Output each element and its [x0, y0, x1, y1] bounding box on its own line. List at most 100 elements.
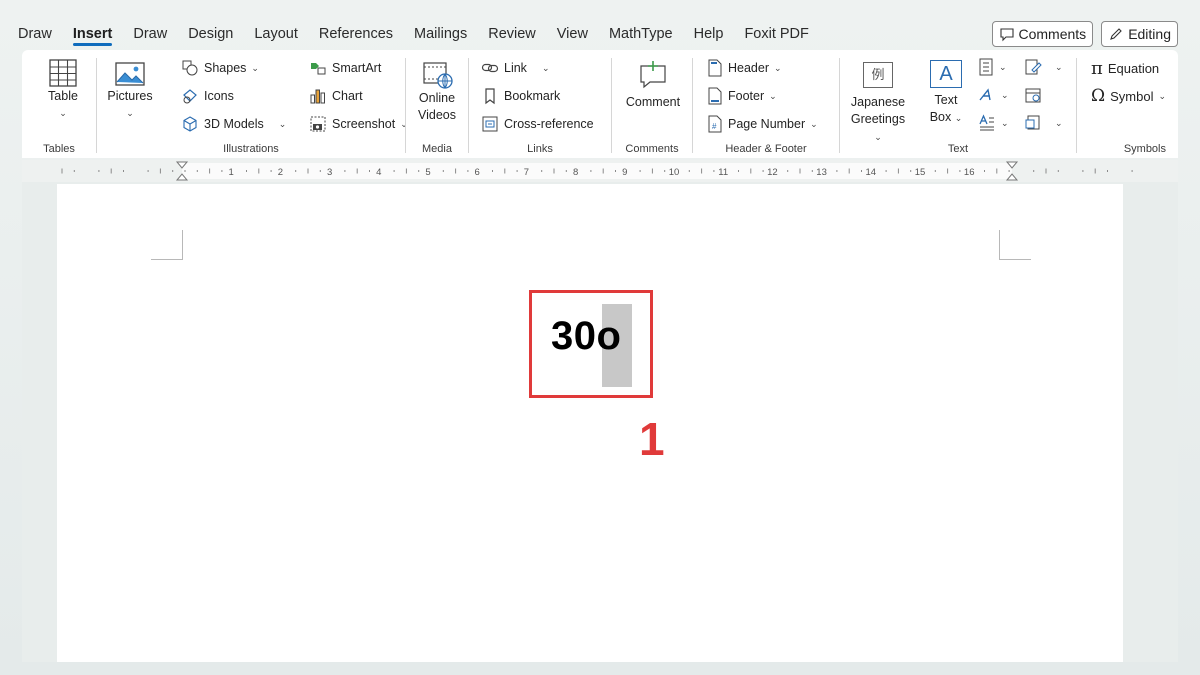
comments-label: Comments — [1018, 26, 1087, 42]
page-number-label: Page Number — [728, 117, 806, 131]
3d-models-label: 3D Models — [204, 117, 264, 131]
ruler-number: 4 — [376, 167, 381, 178]
group-media: Online Videos Media — [406, 50, 468, 158]
header-button[interactable]: Header ⌄ — [707, 57, 782, 79]
svg-text:#: # — [712, 122, 717, 131]
shapes-button[interactable]: Shapes ⌄ — [181, 57, 259, 79]
ruler-number: 10 — [669, 167, 680, 178]
tab-foxit-pdf[interactable]: Foxit PDF — [744, 18, 808, 50]
group-label-text: Text — [947, 143, 969, 155]
ruler-number: 3 — [327, 167, 332, 178]
ruler-number: 7 — [524, 167, 529, 178]
pictures-button[interactable]: Pictures ⌄ — [105, 60, 155, 122]
editing-button[interactable]: Editing — [1101, 21, 1178, 47]
ruler-number: 15 — [915, 167, 926, 178]
tab-draw-partial[interactable]: Draw — [18, 18, 52, 50]
group-label-comments: Comments — [625, 143, 679, 155]
chevron-down-icon: ⌄ — [810, 118, 818, 129]
insert-ribbon: Table ⌄ Tables Pictures ⌄ Shapes ⌄ Icons… — [22, 50, 1178, 158]
icons-button[interactable]: Icons — [181, 85, 234, 107]
tab-mailings[interactable]: Mailings — [414, 18, 467, 50]
screenshot-label: Screenshot — [332, 117, 396, 131]
group-comments: Comment Comments — [612, 50, 692, 158]
footer-button[interactable]: Footer ⌄ — [707, 85, 777, 107]
chevron-down-icon: ⌄ — [1001, 117, 1009, 128]
drop-cap-button[interactable]: ⌄ — [978, 112, 1009, 134]
date-time-button[interactable] — [1024, 84, 1042, 106]
document-page[interactable]: 30o 1 — [57, 184, 1123, 662]
chevron-down-icon: ⌄ — [251, 62, 259, 73]
cross-reference-button[interactable]: Cross-reference — [481, 113, 594, 135]
text-box-label-2: Box ⌄ — [930, 109, 963, 127]
japanese-greetings-label-2: Greetings ⌄ — [846, 111, 910, 146]
ruler-number: 5 — [425, 167, 430, 178]
group-label-symbols: Symbols — [1123, 143, 1166, 155]
page-number-button[interactable]: # Page Number ⌄ — [707, 113, 818, 135]
smartart-icon — [309, 59, 327, 77]
comment-button[interactable]: Comment — [620, 58, 686, 111]
link-label: Link — [504, 61, 527, 75]
table-label: Table — [48, 89, 78, 103]
chevron-down-icon: ⌄ — [1055, 61, 1063, 72]
tab-view[interactable]: View — [557, 18, 588, 50]
3d-models-button[interactable]: 3D Models ⌄ — [181, 113, 286, 135]
chevron-down-icon: ⌄ — [59, 108, 67, 118]
right-indent-marker[interactable] — [1005, 161, 1019, 181]
japanese-greetings-label-1: Japanese — [850, 95, 906, 109]
link-button[interactable]: Link ⌄ — [481, 57, 549, 79]
chart-button[interactable]: Chart — [309, 85, 363, 107]
word-window: Draw Insert Draw Design Layout Reference… — [0, 0, 1200, 675]
step-number-label: 1 — [639, 413, 665, 465]
shapes-label: Shapes — [204, 61, 247, 75]
footer-icon — [707, 87, 723, 105]
page-number-icon: # — [707, 115, 723, 133]
equation-button[interactable]: π Equation — [1091, 57, 1159, 79]
object-button[interactable]: ⌄ — [1024, 112, 1063, 134]
group-tables: Table ⌄ Tables — [22, 50, 96, 158]
online-videos-button[interactable]: Online Videos — [410, 60, 464, 124]
comments-button[interactable]: Comments — [991, 21, 1094, 47]
group-symbols: π Equation Ω Symbol ⌄ Symbols — [1077, 50, 1178, 158]
smartart-label: SmartArt — [332, 61, 382, 75]
wordart-button[interactable]: ⌄ — [978, 84, 1009, 106]
table-button[interactable]: Table ⌄ — [40, 58, 86, 122]
link-icon — [481, 59, 499, 77]
signature-line-button[interactable]: ⌄ — [1024, 56, 1063, 78]
ruler-number: 11 — [718, 167, 728, 178]
group-label-media: Media — [422, 143, 452, 155]
quick-parts-button[interactable]: ⌄ — [978, 56, 1007, 78]
screenshot-button[interactable]: Screenshot ⌄ — [309, 113, 408, 135]
text-box-glyph-icon: A — [930, 60, 962, 88]
text-box-label-1: Text — [934, 93, 958, 107]
tab-review[interactable]: Review — [488, 18, 536, 50]
ruler-number: 14 — [866, 167, 877, 178]
smartart-button[interactable]: SmartArt — [309, 57, 381, 79]
chevron-down-icon: ⌄ — [1158, 90, 1167, 101]
tab-design[interactable]: Design — [188, 18, 233, 50]
online-video-icon — [421, 60, 453, 90]
tab-references[interactable]: References — [319, 18, 393, 50]
calendar-clock-icon — [1024, 86, 1042, 104]
signature-line-icon — [1024, 58, 1042, 76]
horizontal-ruler[interactable]: 1 2 3 4 5 6 7 8 9 10 11 12 13 14 15 16 — [22, 160, 1178, 182]
tab-layout[interactable]: Layout — [254, 18, 298, 50]
annotation-box — [529, 290, 653, 398]
group-label-tables: Tables — [43, 143, 75, 155]
tab-mathtype[interactable]: MathType — [609, 18, 673, 50]
ruler-number: 2 — [278, 167, 283, 178]
pi-icon: π — [1091, 57, 1103, 79]
group-label-header-footer: Header & Footer — [725, 143, 807, 155]
tab-draw[interactable]: Draw — [133, 18, 167, 50]
header-icon — [707, 59, 723, 77]
top-right-actions: Comments Editing — [991, 21, 1178, 47]
cross-reference-icon — [481, 115, 499, 133]
symbol-button[interactable]: Ω Symbol ⌄ — [1091, 85, 1166, 107]
wordart-icon — [978, 86, 996, 104]
tab-insert[interactable]: Insert — [72, 18, 112, 50]
tab-help[interactable]: Help — [694, 18, 724, 50]
japanese-greetings-button[interactable]: 例 Japanese Greetings ⌄ — [846, 62, 910, 146]
text-box-button[interactable]: A Text Box ⌄ — [924, 60, 968, 127]
bookmark-button[interactable]: Bookmark — [481, 85, 560, 107]
new-comment-icon — [636, 58, 670, 90]
cross-reference-label: Cross-reference — [504, 117, 594, 131]
